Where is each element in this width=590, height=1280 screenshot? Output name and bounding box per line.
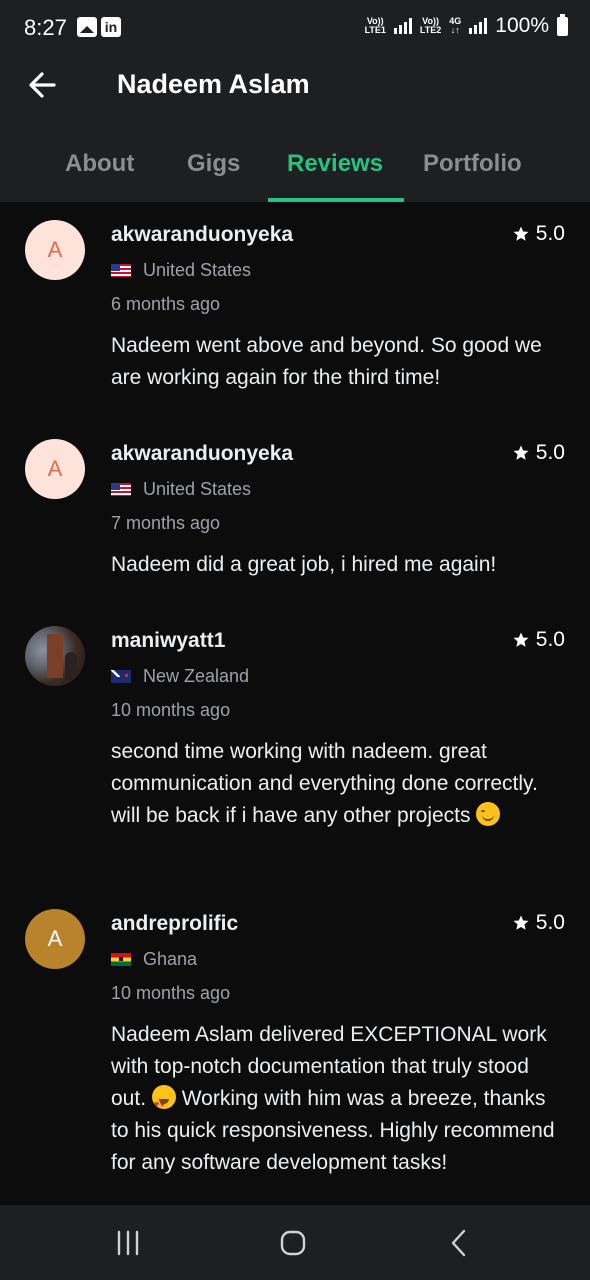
tab-reviews[interactable]: Reviews <box>287 150 383 178</box>
smiling-face-icon <box>476 802 501 826</box>
battery-icon <box>557 13 568 36</box>
review-text-body: second time working with nadeem. great c… <box>111 740 538 827</box>
home-button[interactable] <box>275 1227 311 1259</box>
review-text-part2: Working with him was a breeze, thanks to… <box>111 1087 555 1174</box>
country-name: Ghana <box>143 949 198 969</box>
arrow-left-icon <box>29 72 56 98</box>
sim1-signal-icon <box>393 18 412 34</box>
star-icon <box>513 915 529 930</box>
sim2-signal-icon <box>469 18 488 34</box>
system-nav-bar <box>0 1205 590 1280</box>
chevron-left-icon <box>451 1229 466 1257</box>
reviewer-country: United States <box>111 260 251 281</box>
battery-percentage: 100% <box>495 14 549 37</box>
reviewer-username[interactable]: akwaranduonyeka <box>111 223 293 247</box>
review-rating: 5.0 <box>512 222 565 246</box>
page-title: Nadeem Aslam <box>117 69 310 99</box>
avatar[interactable]: A <box>25 909 85 969</box>
review-rating: 5.0 <box>512 911 565 935</box>
nz-flag-icon <box>111 670 131 683</box>
rating-value: 5.0 <box>535 222 565 245</box>
country-name: New Zealand <box>143 666 250 686</box>
sim2-volte-icon: Vo)) LTE2 <box>419 16 442 35</box>
tab-portfolio[interactable]: Portfolio <box>423 150 522 178</box>
tab-about[interactable]: About <box>65 150 134 178</box>
reviews-list[interactable]: A akwaranduonyeka 5.0 United States 6 mo… <box>0 202 590 1205</box>
reviewer-country: New Zealand <box>111 666 249 687</box>
avatar[interactable]: A <box>25 220 85 280</box>
linkedin-notification-icon: in <box>101 17 121 37</box>
home-icon <box>280 1230 306 1256</box>
status-bar: 8:27 in Vo)) LTE1 Vo)) LTE2 4G ↓↑ 100% <box>0 0 590 56</box>
rating-value: 5.0 <box>535 441 565 464</box>
app-header: Nadeem Aslam About Gigs Reviews Portfoli… <box>0 56 590 202</box>
us-flag-icon <box>111 483 131 496</box>
review-text: Nadeem did a great job, i hired me again… <box>111 553 497 576</box>
review-time: 10 months ago <box>111 700 231 720</box>
tab-gigs[interactable]: Gigs <box>187 150 240 178</box>
recent-apps-icon <box>117 1230 139 1256</box>
sim1-volte-icon: Vo)) LTE1 <box>364 16 386 35</box>
back-button[interactable] <box>24 68 64 102</box>
gallery-notification-icon <box>77 17 97 37</box>
rating-value: 5.0 <box>535 628 565 651</box>
network-type-icon: 4G ↓↑ <box>449 16 462 35</box>
country-name: United States <box>143 260 252 280</box>
country-name: United States <box>143 479 252 499</box>
star-icon <box>513 632 529 647</box>
avatar[interactable]: A <box>25 439 85 499</box>
star-icon <box>513 226 529 241</box>
review-text: Nadeem went above and beyond. So good we… <box>111 334 542 389</box>
ghana-flag-icon <box>111 953 131 966</box>
review-text: second time working with nadeem. great c… <box>111 736 566 832</box>
review-time: 7 months ago <box>111 513 221 533</box>
reviewer-country: Ghana <box>111 949 197 970</box>
status-indicators: Vo)) LTE1 Vo)) LTE2 4G ↓↑ 100% <box>364 13 568 38</box>
review-time: 10 months ago <box>111 983 231 1003</box>
star-icon <box>513 445 529 460</box>
us-flag-icon <box>111 264 131 277</box>
review-time: 6 months ago <box>111 294 221 314</box>
review-rating: 5.0 <box>512 441 565 465</box>
system-back-button[interactable] <box>441 1227 477 1259</box>
review-rating: 5.0 <box>512 628 565 652</box>
avatar[interactable] <box>25 626 85 686</box>
profile-tabs: About Gigs Reviews Portfolio <box>0 142 590 202</box>
rating-value: 5.0 <box>535 911 565 934</box>
heart-eyes-icon <box>151 1085 176 1120</box>
reviewer-username[interactable]: andreprolific <box>111 912 238 936</box>
status-time: 8:27 <box>24 15 67 40</box>
review-text: Nadeem Aslam delivered EXCEPTIONAL work … <box>111 1019 566 1179</box>
reviewer-country: United States <box>111 479 251 500</box>
reviewer-username[interactable]: akwaranduonyeka <box>111 442 293 466</box>
reviewer-username[interactable]: maniwyatt1 <box>111 629 225 653</box>
recent-apps-button[interactable] <box>110 1227 146 1259</box>
